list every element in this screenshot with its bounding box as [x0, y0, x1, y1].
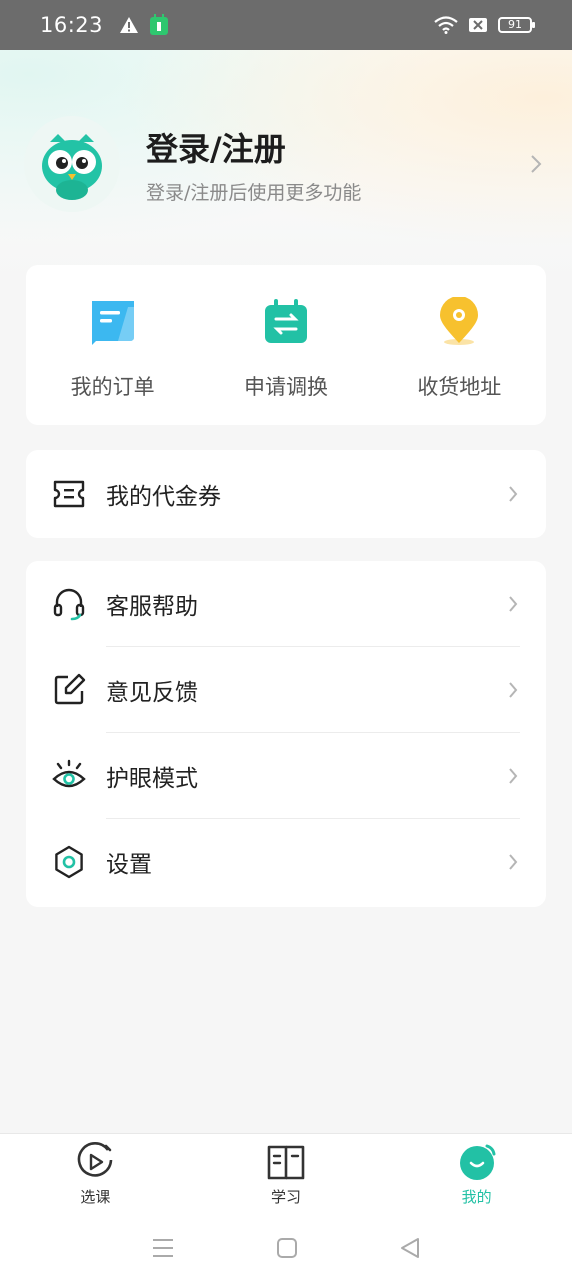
eye-icon	[52, 759, 86, 788]
settings-menu-card: 客服帮助 意见反馈 护眼模式 设置	[26, 561, 546, 907]
chevron-right-icon	[509, 596, 518, 612]
tab-study[interactable]: 学习	[191, 1134, 382, 1215]
menu-item-label: 设置	[106, 852, 152, 878]
menu-item-label: 我的代金券	[106, 484, 221, 510]
login-title[interactable]: 登录/注册	[146, 124, 361, 170]
exchange-icon	[264, 299, 307, 343]
menu-item-label: 客服帮助	[106, 594, 198, 620]
avatar[interactable]	[24, 116, 120, 212]
menu-item-eye-care[interactable]: 护眼模式	[26, 733, 546, 819]
login-subtitle: 登录/注册后使用更多功能	[146, 181, 362, 204]
tab-label: 学习	[271, 1188, 302, 1206]
edit-icon	[54, 673, 86, 705]
profile-face-icon	[459, 1144, 496, 1180]
quick-actions-card: 我的订单 申请调换 收货地址	[26, 265, 546, 425]
headset-icon	[53, 588, 85, 621]
tab-mine[interactable]: 我的	[381, 1134, 572, 1215]
gear-icon	[55, 845, 83, 879]
tab-label: 选课	[80, 1188, 111, 1206]
menu-item-coupons[interactable]: 我的代金券	[26, 450, 546, 538]
quick-action-orders[interactable]: 我的订单	[26, 265, 199, 425]
quick-action-address[interactable]: 收货地址	[373, 265, 546, 425]
book-icon	[267, 1145, 305, 1180]
menu-item-feedback[interactable]: 意见反馈	[26, 647, 546, 733]
warning-icon	[120, 17, 139, 33]
chevron-right-icon	[509, 768, 518, 784]
owl-mascot-icon	[42, 134, 102, 200]
quick-action-label: 收货地址	[417, 375, 502, 399]
quick-action-label: 我的订单	[70, 375, 155, 399]
quick-action-exchange[interactable]: 申请调换	[199, 265, 372, 425]
location-pin-icon	[440, 297, 479, 345]
bottom-tab-bar: 选课 学习 我的	[0, 1133, 572, 1215]
chevron-right-icon	[531, 155, 542, 173]
system-nav-bar	[0, 1215, 572, 1280]
status-bar: 16:23 91	[0, 0, 572, 50]
menu-item-label: 意见反馈	[106, 680, 198, 706]
menu-icon[interactable]	[151, 1237, 175, 1259]
back-icon[interactable]	[399, 1237, 421, 1259]
quick-action-label: 申请调换	[243, 375, 328, 399]
tab-courses[interactable]: 选课	[0, 1134, 191, 1215]
menu-item-label: 护眼模式	[106, 766, 198, 792]
menu-item-settings[interactable]: 设置	[26, 819, 546, 905]
home-icon[interactable]	[276, 1237, 298, 1259]
order-icon	[91, 301, 134, 345]
tab-label: 我的	[461, 1188, 492, 1206]
battery-indicator: 91	[498, 17, 535, 33]
menu-item-customer-service[interactable]: 客服帮助	[26, 561, 546, 647]
login-profile-row[interactable]: 登录/注册 登录/注册后使用更多功能	[24, 116, 548, 212]
status-time: 16:23	[40, 13, 104, 37]
coupon-card: 我的代金券	[26, 450, 546, 538]
app-notification-icon	[150, 14, 169, 35]
chevron-right-icon	[509, 486, 518, 502]
sim-blocked-icon	[469, 18, 487, 32]
chevron-right-icon	[509, 854, 518, 870]
chevron-right-icon	[509, 682, 518, 698]
ticket-icon	[53, 480, 85, 508]
play-circle-icon	[78, 1142, 113, 1177]
wifi-icon	[434, 16, 458, 34]
